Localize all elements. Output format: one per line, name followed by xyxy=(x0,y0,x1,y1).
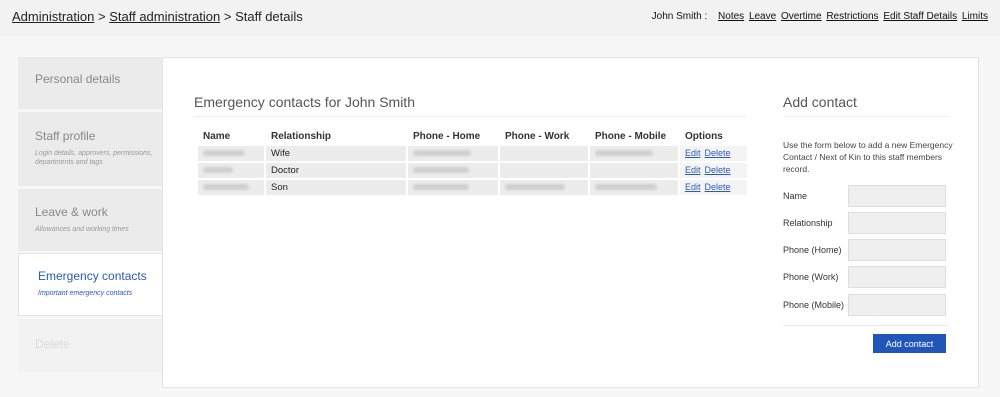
cell-phone-work xyxy=(500,146,588,161)
column-header-name: Name xyxy=(203,131,231,142)
delete-link[interactable]: Delete xyxy=(705,148,731,158)
top-nav: John Smith : Notes Leave Overtime Restri… xyxy=(652,11,988,22)
table-header-row: Name Relationship Phone - Home Phone - W… xyxy=(198,129,747,144)
table-row: Wife Edit Delete xyxy=(198,146,747,161)
cell-phone-mobile xyxy=(590,146,678,161)
nav-limits-link[interactable]: Limits xyxy=(962,11,988,22)
cell-relationship: Wife xyxy=(266,146,406,161)
sidebar-item-title: Personal details xyxy=(35,72,121,86)
cell-phone-mobile xyxy=(590,180,678,195)
add-contact-title: Add contact xyxy=(783,94,857,110)
cell-name xyxy=(198,163,264,178)
contacts-title: Emergency contacts for John Smith xyxy=(194,94,415,110)
breadcrumb-administration-link[interactable]: Administration xyxy=(12,9,94,24)
cell-phone-work xyxy=(500,180,588,195)
sidebar-item-subtitle: Login details, approvers, permissions, d… xyxy=(35,150,153,166)
cell-relationship: Son xyxy=(266,180,406,195)
sidebar-item-title: Leave & work xyxy=(35,205,108,219)
cell-phone-work xyxy=(500,163,588,178)
redacted-text xyxy=(505,184,565,190)
table-row: Doctor Edit Delete xyxy=(198,163,747,178)
phone-mobile-input[interactable] xyxy=(848,294,946,316)
divider xyxy=(783,116,948,117)
column-header-phone-work: Phone - Work xyxy=(505,131,570,142)
relationship-label: Relationship xyxy=(783,218,833,228)
name-label: Name xyxy=(783,191,808,201)
form-row-phone-work: Phone (Work) xyxy=(783,266,948,288)
redacted-text xyxy=(413,150,471,156)
breadcrumb-separator: > xyxy=(220,9,236,24)
column-header-phone-home: Phone - Home xyxy=(413,131,481,142)
delete-link[interactable]: Delete xyxy=(705,182,731,192)
edit-link[interactable]: Edit xyxy=(685,148,701,158)
phone-work-label: Phone (Work) xyxy=(783,272,839,282)
sidebar-item-title: Delete xyxy=(35,337,70,351)
current-user-label: John Smith : xyxy=(651,11,708,22)
breadcrumb-staff-administration-link[interactable]: Staff administration xyxy=(109,9,220,24)
phone-home-label: Phone (Home) xyxy=(783,245,842,255)
top-bar: Administration > Staff administration > … xyxy=(0,0,1000,36)
sidebar-item-personal-details[interactable]: Personal details xyxy=(18,57,162,109)
breadcrumb: Administration > Staff administration > … xyxy=(12,9,303,24)
redacted-text xyxy=(413,167,469,173)
redacted-text xyxy=(203,184,249,190)
cell-name xyxy=(198,146,264,161)
nav-edit-staff-details-link[interactable]: Edit Staff Details xyxy=(883,11,957,22)
redacted-text xyxy=(203,167,233,173)
cell-relationship: Doctor xyxy=(266,163,406,178)
main-panel: Emergency contacts for John Smith Name R… xyxy=(162,57,979,388)
contacts-table: Name Relationship Phone - Home Phone - W… xyxy=(196,127,749,197)
cell-options: Edit Delete xyxy=(680,163,747,178)
sidebar-item-subtitle: Important emergency contacts xyxy=(38,290,133,297)
cell-phone-home xyxy=(408,163,498,178)
redacted-text xyxy=(203,150,245,156)
relationship-input[interactable] xyxy=(848,212,946,234)
edit-link[interactable]: Edit xyxy=(685,165,701,175)
sidebar-item-staff-profile[interactable]: Staff profile Login details, approvers, … xyxy=(18,112,162,186)
form-row-name: Name xyxy=(783,185,948,207)
redacted-text xyxy=(595,184,657,190)
form-row-relationship: Relationship xyxy=(783,212,948,234)
divider xyxy=(194,116,747,117)
redacted-text xyxy=(595,150,653,156)
sidebar-item-leave-work[interactable]: Leave & work Allowances and working time… xyxy=(18,189,162,251)
phone-mobile-label: Phone (Mobile) xyxy=(783,300,845,310)
phone-home-input[interactable] xyxy=(848,239,946,261)
name-input[interactable] xyxy=(848,185,946,207)
sidebar-item-title: Staff profile xyxy=(35,129,96,143)
cell-phone-home xyxy=(408,146,498,161)
column-header-options: Options xyxy=(685,131,723,142)
column-header-phone-mobile: Phone - Mobile xyxy=(595,131,667,142)
form-row-phone-home: Phone (Home) xyxy=(783,239,948,261)
edit-link[interactable]: Edit xyxy=(685,182,701,192)
nav-restrictions-link[interactable]: Restrictions xyxy=(826,11,878,22)
cell-options: Edit Delete xyxy=(680,180,747,195)
divider xyxy=(783,325,948,326)
cell-phone-home xyxy=(408,180,498,195)
breadcrumb-separator: > xyxy=(94,9,110,24)
add-contact-intro: Use the form below to add a new Emergenc… xyxy=(783,140,953,174)
form-row-phone-mobile: Phone (Mobile) xyxy=(783,294,948,316)
nav-overtime-link[interactable]: Overtime xyxy=(781,11,822,22)
column-header-relationship: Relationship xyxy=(271,131,332,142)
phone-work-input[interactable] xyxy=(848,266,946,288)
sidebar: Personal details Staff profile Login det… xyxy=(18,57,162,372)
cell-name xyxy=(198,180,264,195)
cell-options: Edit Delete xyxy=(680,146,747,161)
sidebar-item-emergency-contacts[interactable]: Emergency contacts Important emergency c… xyxy=(18,253,162,316)
redacted-text xyxy=(413,184,469,190)
table-row: Son Edit Delete xyxy=(198,180,747,195)
sidebar-item-delete[interactable]: Delete xyxy=(18,319,162,372)
add-contact-button[interactable]: Add contact xyxy=(873,334,946,353)
nav-leave-link[interactable]: Leave xyxy=(749,11,776,22)
sidebar-item-subtitle: Allowances and working times xyxy=(35,226,129,233)
sidebar-item-title: Emergency contacts xyxy=(38,269,147,283)
breadcrumb-current: Staff details xyxy=(235,9,303,24)
nav-notes-link[interactable]: Notes xyxy=(718,11,744,22)
delete-link[interactable]: Delete xyxy=(705,165,731,175)
cell-phone-mobile xyxy=(590,163,678,178)
